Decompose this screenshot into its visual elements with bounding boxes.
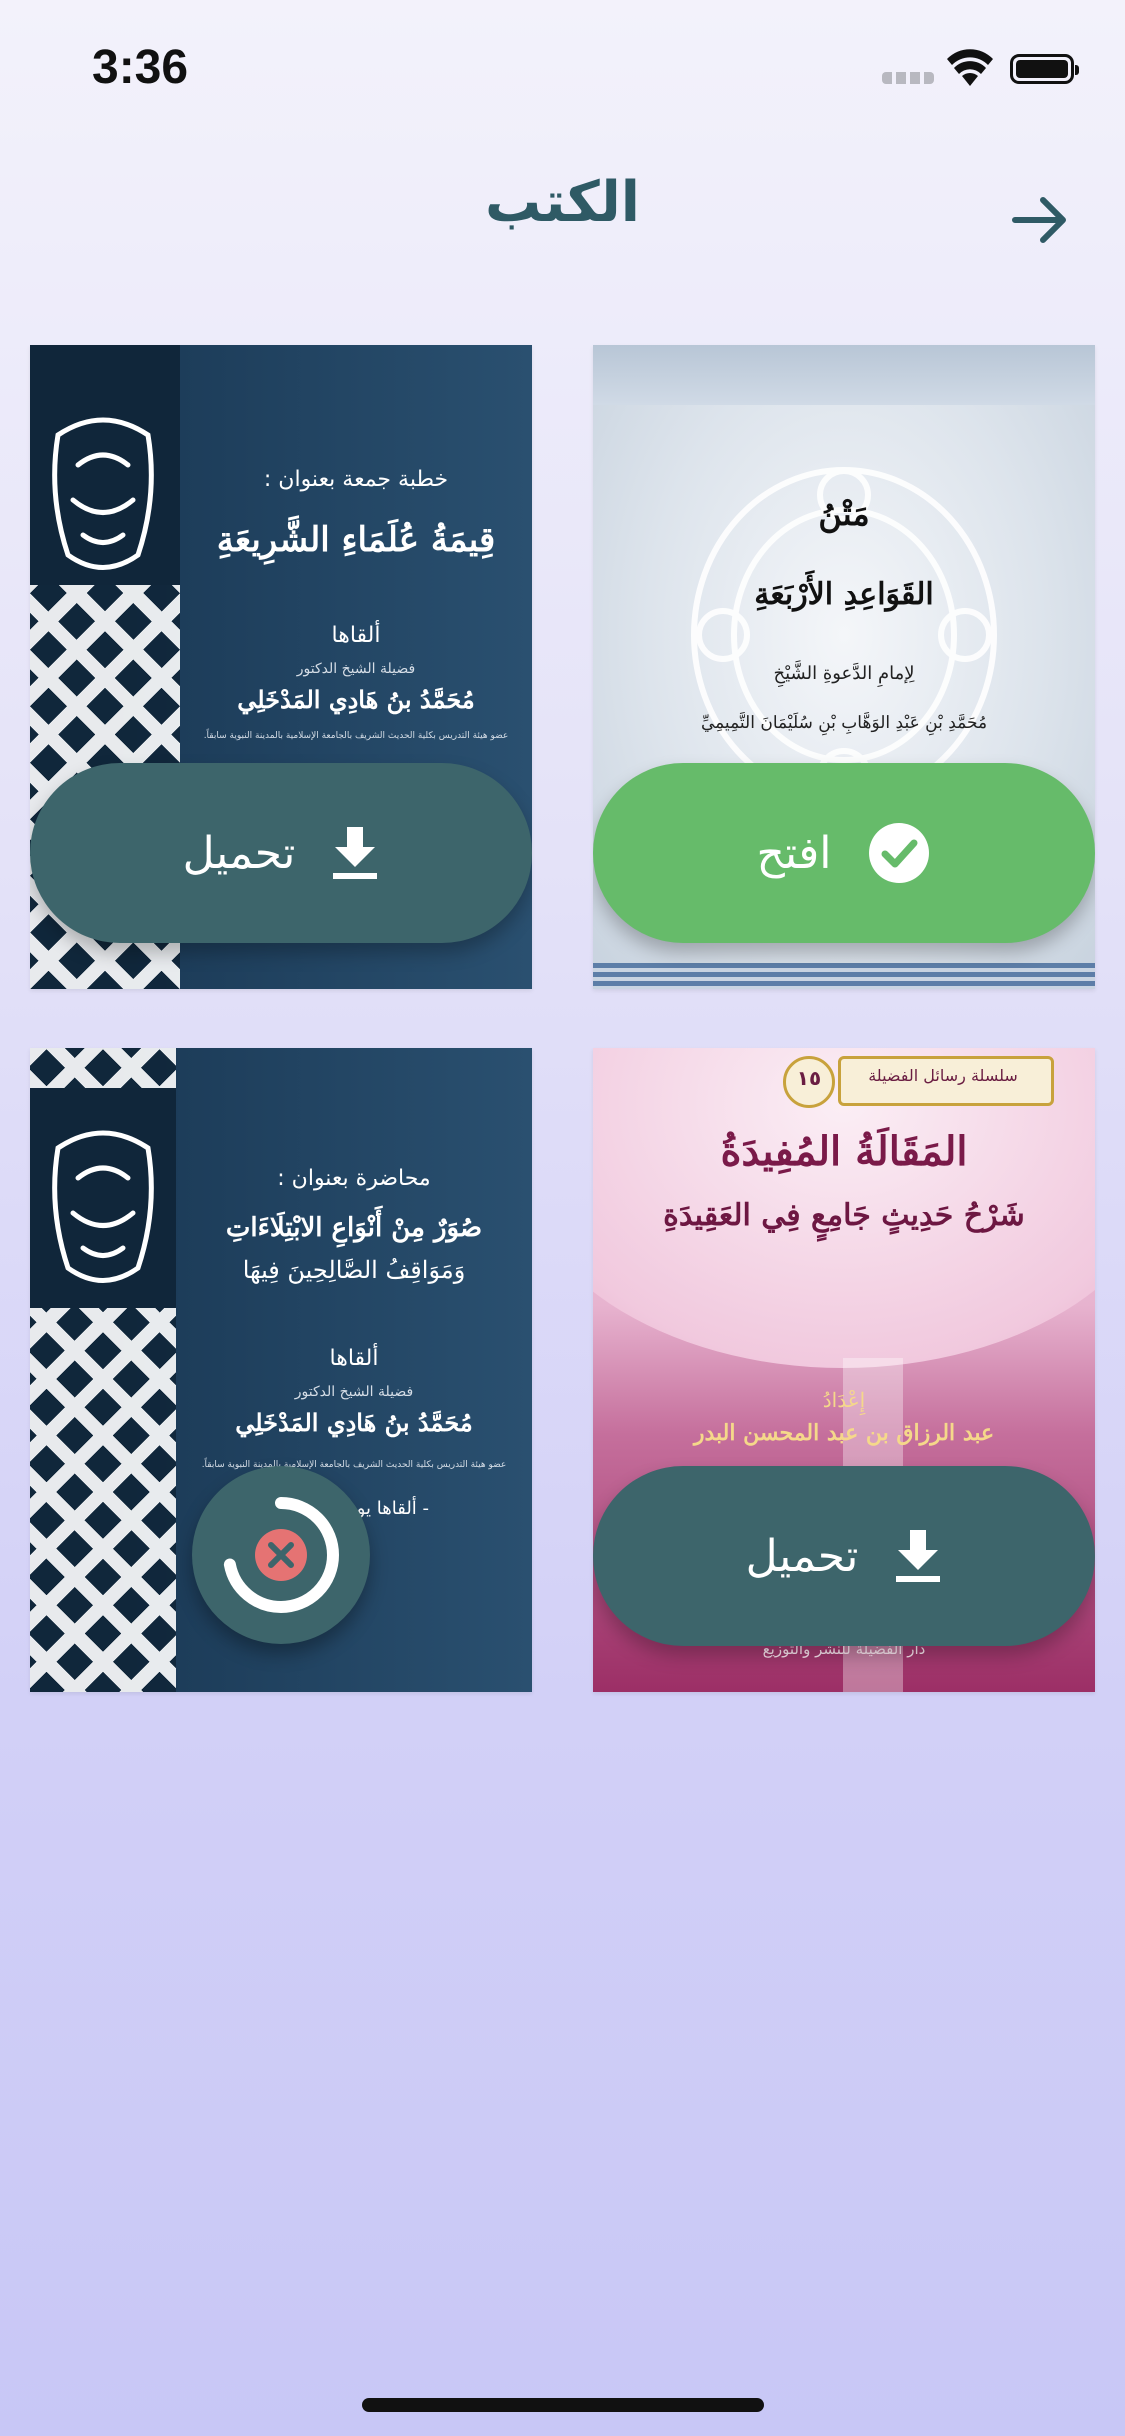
cover-subtitle: محاضرة بعنوان : [277, 1166, 431, 1191]
page-title: الكتب [485, 170, 640, 235]
cover-note: عضو هيئة التدريس بكلية الحديث الشريف بال… [203, 731, 509, 741]
cancel-download-icon [255, 1529, 307, 1581]
download-progress-cancel-button[interactable] [192, 1466, 370, 1644]
cover-subtitle: إِعْدَادُ [822, 1388, 866, 1412]
cover-author: مُحَمَّدِ بْنِ عَبْدِ الوَهَّابِ بْنِ سُ… [700, 713, 988, 733]
series-number: ١٥ [796, 1066, 822, 1090]
status-bar: 3:36 [0, 0, 1125, 140]
download-label: تحميل [745, 1530, 859, 1582]
cover-subtitle: خطبة جمعة بعنوان : [263, 467, 449, 492]
cover-subtitle: فضيلة الشيخ الدكتور [296, 661, 416, 677]
cover-subtitle: لِإمامِ الدَّعوةِ الشَّيْخِ [773, 663, 915, 684]
cover-title: المَقَالَةُ المُفِيدَةُ [720, 1128, 968, 1175]
book-card-maqalah-mufidah[interactable]: سلسلة رسائل الفضيلة ١٥ المَقَالَةُ المُف… [593, 1048, 1095, 1692]
wifi-icon [947, 49, 993, 86]
arrow-right-icon[interactable] [1005, 185, 1075, 255]
cover-title: مَتْنُ [818, 495, 870, 533]
download-button[interactable]: تحميل [593, 1466, 1095, 1646]
download-icon [333, 827, 378, 879]
series-label: سلسلة رسائل الفضيلة [868, 1066, 1018, 1085]
cellular-signal-icon [882, 72, 934, 84]
download-icon [896, 1530, 941, 1582]
cover-title: القَوَاعِدِ الأَرْبَعَةِ [754, 577, 934, 612]
status-time: 3:36 [92, 41, 189, 94]
cover-author: مُحَمَّدُ بنُ هَادِي المَدْخَلِي [235, 1408, 473, 1437]
check-circle-icon [869, 823, 930, 883]
calligraphy-emblem [52, 1130, 154, 1283]
cover-subtitle: ألقاها [331, 623, 381, 648]
book-card-qawaid[interactable]: مَتْنُ القَوَاعِدِ الأَرْبَعَةِ لِإمامِ … [593, 345, 1095, 989]
cover-author: مُحَمَّدُ بنُ هَادِي المَدْخَلِي [237, 685, 475, 714]
download-button[interactable]: تحميل [30, 763, 532, 943]
open-label: افتح [756, 827, 832, 879]
cover-author: عبد الرزاق بن عبد المحسن البدر [693, 1420, 995, 1446]
nav-header: الكتب [0, 160, 1125, 260]
cover-subtitle: ألقاها [329, 1346, 379, 1371]
cover-title: قِيمَةُ عُلَمَاءِ الشَّرِيعَةِ [216, 520, 496, 560]
home-indicator [362, 2398, 764, 2412]
book-card-qimat-ulama[interactable]: خطبة جمعة بعنوان : قِيمَةُ عُلَمَاءِ الش… [30, 345, 532, 989]
calligraphy-emblem [52, 417, 154, 570]
cover-subtitle: فضيلة الشيخ الدكتور [294, 1384, 414, 1400]
open-button[interactable]: افتح [593, 763, 1095, 943]
download-label: تحميل [182, 827, 296, 879]
cover-title: شَرْحُ حَدِيثٍ جَامِعٍ فِي العَقِيدَةِ [663, 1198, 1025, 1233]
cover-title: صُوَرٌ مِنْ أَنْوَاعِ الابْتِلَاءَاتِ [225, 1213, 483, 1243]
cover-title: وَمَوَاقِفُ الصَّالِحِينَ فِيهَا [242, 1256, 466, 1284]
battery-icon [1010, 54, 1079, 84]
progress-ring [223, 1497, 339, 1613]
